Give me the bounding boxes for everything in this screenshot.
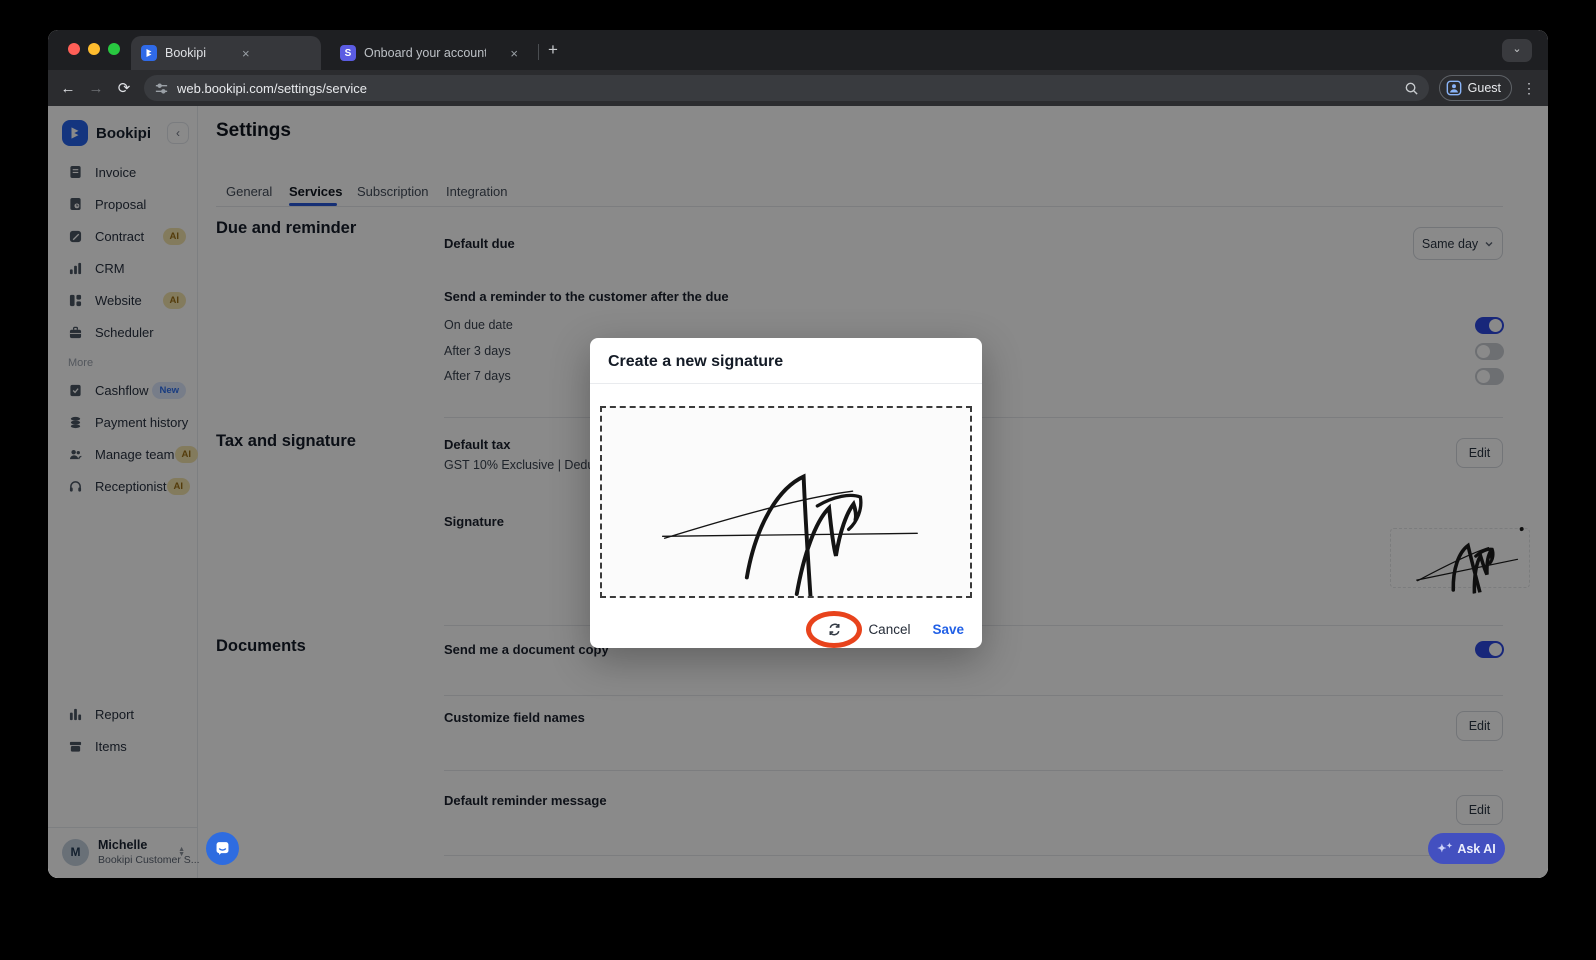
ask-ai-label: Ask AI [1457,841,1496,856]
guest-avatar-icon [1446,80,1462,96]
minimize-window-button[interactable] [88,43,100,55]
back-button[interactable]: ← [54,80,82,97]
tab-search-button[interactable]: ⌄ [1502,39,1532,62]
chat-bubble-icon [216,842,229,855]
modal-title: Create a new signature [608,353,784,370]
forward-button[interactable]: → [82,80,110,97]
browser-toolbar: ← → ⟳ web.bookipi.com/settings/service G… [48,70,1548,106]
modal-divider [590,383,982,384]
new-tab-button[interactable]: + [548,40,558,60]
url-text: web.bookipi.com/settings/service [177,80,368,96]
browser-window: Bookipi × S Onboard your account × + ⌄ ←… [48,30,1548,878]
ask-ai-button[interactable]: ✦✦ Ask AI [1428,833,1505,864]
signature-canvas[interactable] [600,406,972,598]
close-window-button[interactable] [68,43,80,55]
profile-chip[interactable]: Guest [1438,75,1512,101]
tab-onboard[interactable]: S Onboard your account × [330,36,528,70]
tab-bookipi[interactable]: Bookipi × [131,36,321,70]
tab-separator [538,44,539,60]
onboard-favicon-icon: S [340,45,356,61]
browser-menu-button[interactable]: ⋮ [1522,80,1536,97]
tab-title: Bookipi [165,46,206,60]
window-controls [68,43,120,55]
chat-launcher-button[interactable] [206,832,239,865]
reload-button[interactable]: ⟳ [110,79,138,97]
tab-close-icon[interactable]: × [242,47,250,60]
page-content: Bookipi ‹ Invoice Proposal Contract AI C… [48,106,1548,878]
zoom-icon[interactable] [1404,81,1419,96]
site-settings-icon[interactable] [154,81,169,96]
sparkles-icon: ✦✦ [1437,843,1453,855]
tab-title: Onboard your account [364,46,487,60]
create-signature-modal: Create a new signature Cancel Save [590,338,982,648]
annotation-highlight-ellipse [806,610,863,648]
address-bar[interactable]: web.bookipi.com/settings/service [144,75,1429,101]
signature-drawing [661,473,918,598]
reset-signature-button[interactable] [806,610,863,648]
maximize-window-button[interactable] [108,43,120,55]
profile-label: Guest [1467,81,1501,95]
bookipi-favicon-icon [141,45,157,61]
tab-close-icon[interactable]: × [510,47,518,60]
cancel-button[interactable]: Cancel [868,622,910,637]
tab-strip: Bookipi × S Onboard your account × + ⌄ [48,30,1548,70]
save-button[interactable]: Save [932,622,964,637]
